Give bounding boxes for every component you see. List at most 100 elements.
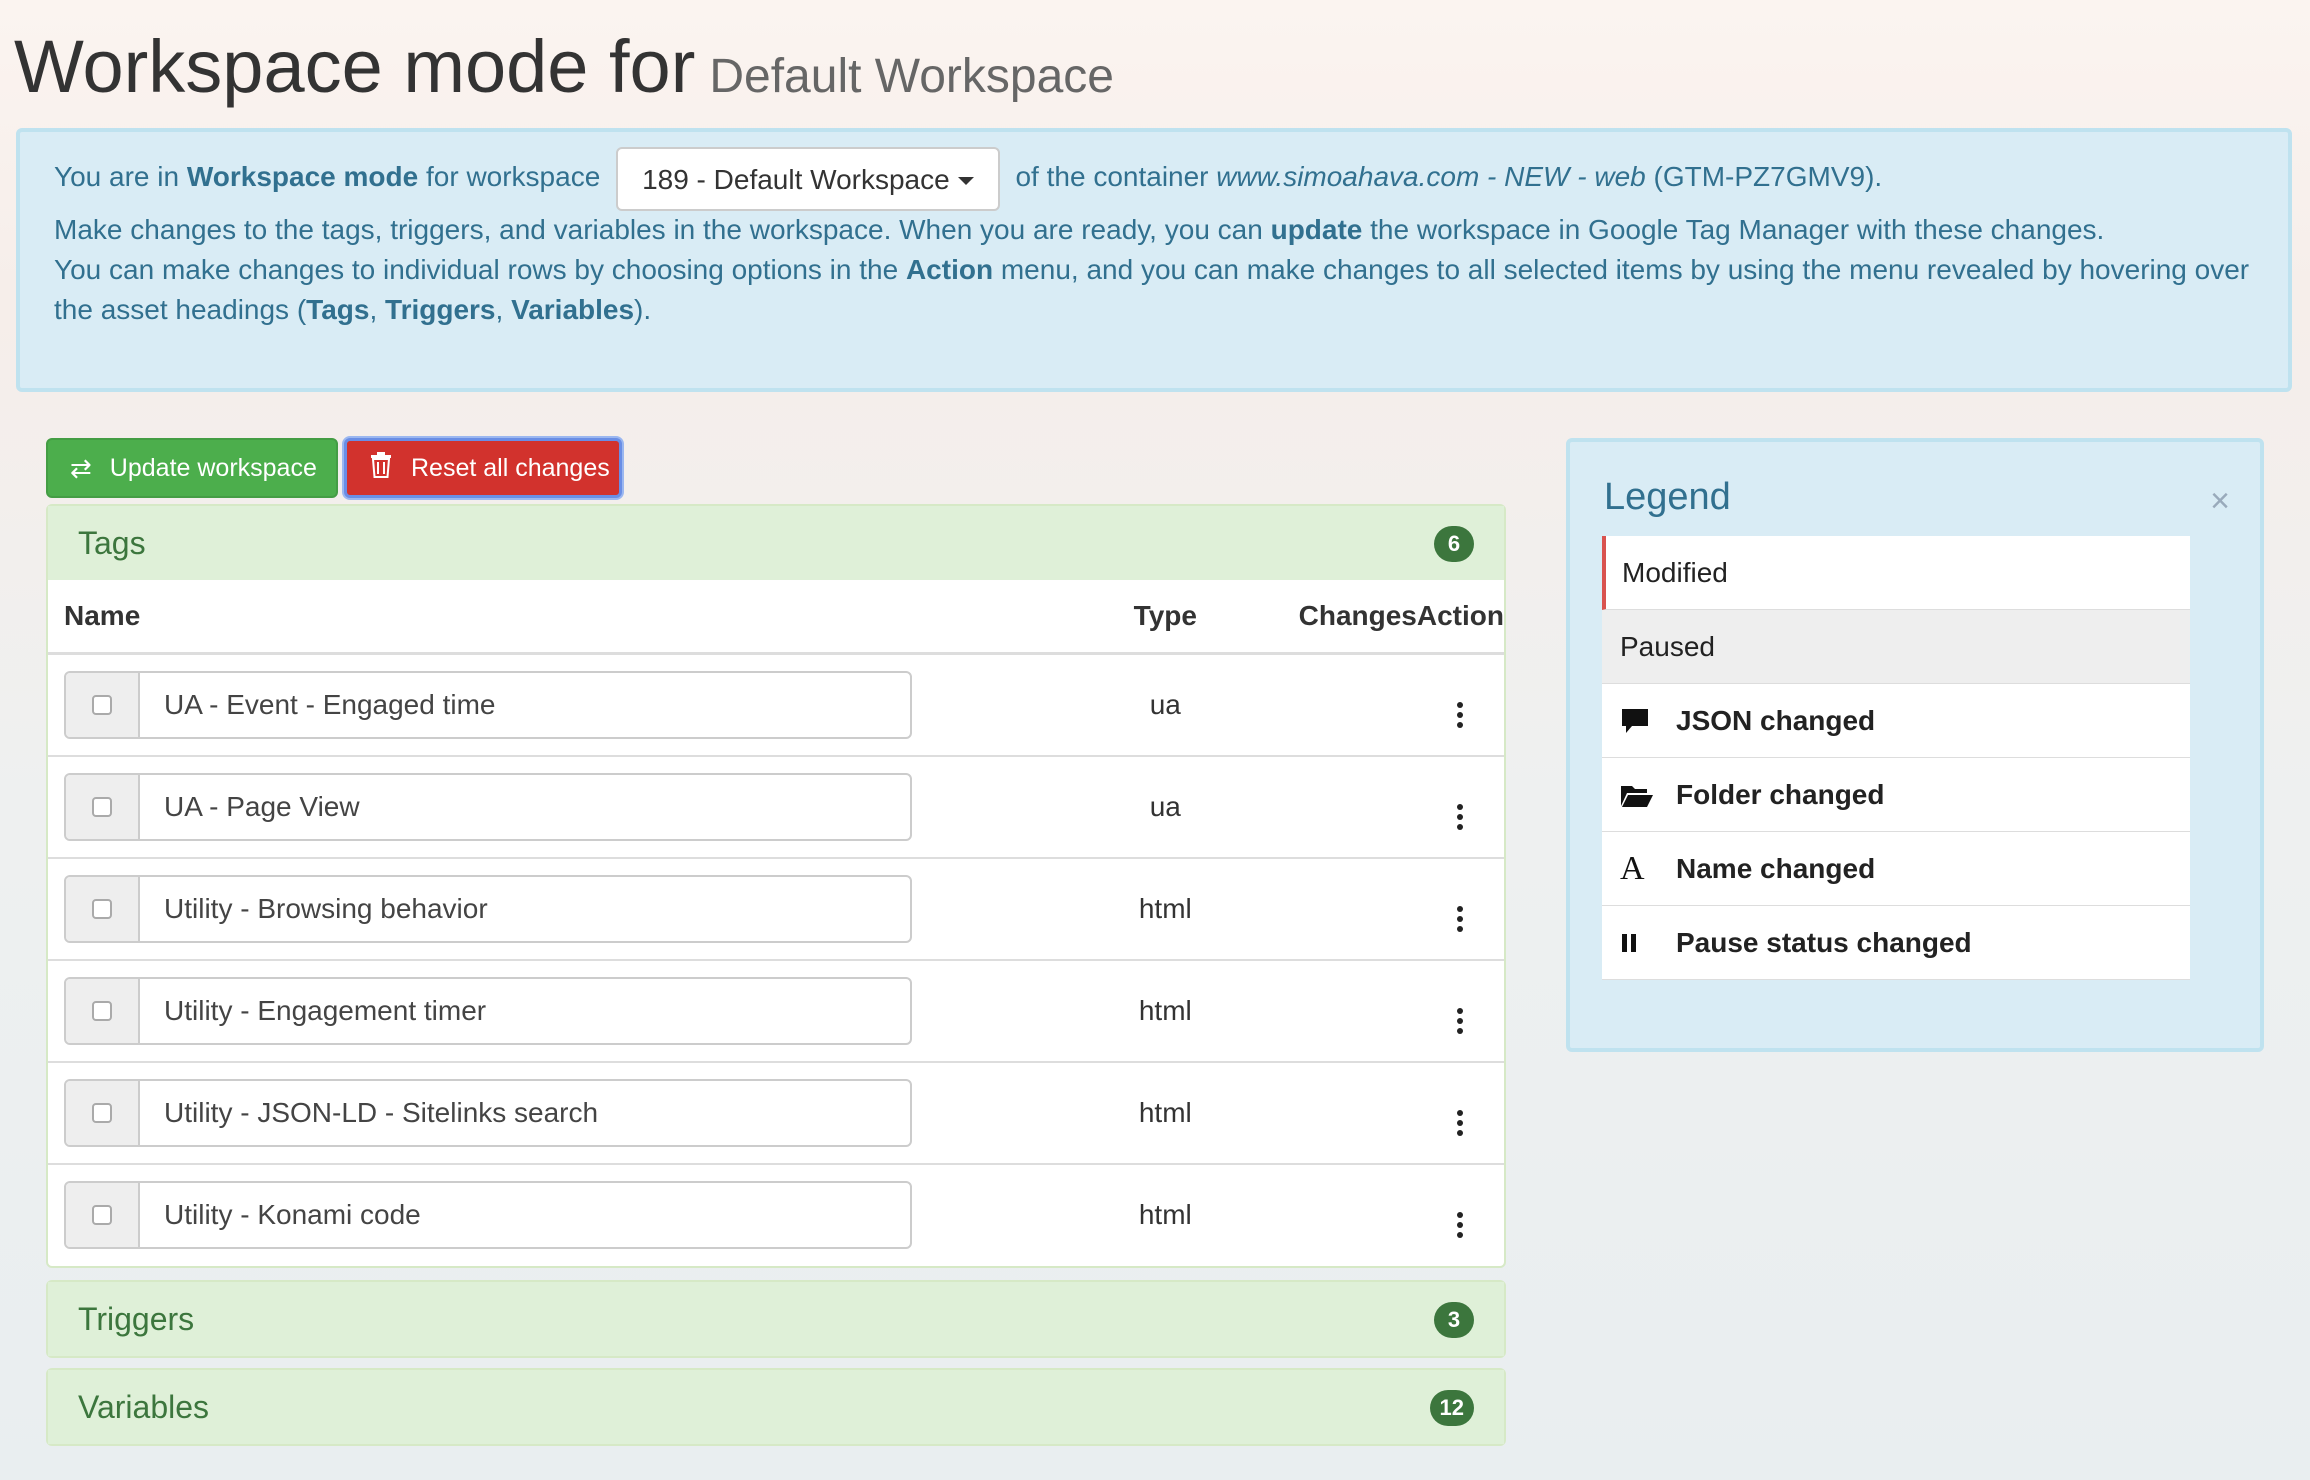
tags-heading[interactable]: Tags 6	[48, 506, 1504, 580]
column-header-action: Action	[1416, 580, 1504, 655]
tag-changes	[1298, 857, 1417, 960]
folder-open-icon	[1620, 782, 1676, 808]
row-checkbox-addon	[66, 877, 140, 941]
update-workspace-button[interactable]: ⇄ Update workspace	[46, 438, 338, 498]
info-bold-update: update	[1270, 214, 1363, 245]
row-checkbox[interactable]	[92, 1001, 112, 1021]
tag-changes	[1298, 652, 1417, 756]
variables-count-badge: 12	[1429, 1390, 1474, 1426]
legend-list: Modified Paused JSON changed Folder chan…	[1602, 536, 2190, 980]
tag-name: Utility - JSON-LD - Sitelinks search	[164, 1097, 599, 1128]
legend-item-label: Pause status changed	[1676, 926, 1972, 958]
action-menu-icon[interactable]	[1447, 803, 1473, 830]
legend-item-folder-changed: Folder changed	[1602, 758, 2190, 832]
row-checkbox[interactable]	[92, 695, 112, 715]
row-checkbox-addon	[66, 979, 140, 1043]
tag-changes	[1298, 755, 1417, 858]
page-title-main: Workspace mode for	[14, 25, 696, 108]
workspace-select[interactable]: 189 - Default Workspace	[616, 146, 1000, 211]
page: Workspace mode for Default Workspace You …	[0, 0, 2310, 1480]
action-menu-icon[interactable]	[1447, 1109, 1473, 1136]
container-name: www.simoahava.com - NEW - web	[1216, 161, 1646, 192]
info-text: Make changes to the tags, triggers, and …	[54, 214, 1263, 245]
container-id: (GTM-PZ7GMV9).	[1653, 161, 1883, 192]
info-line-1: You are in Workspace mode for workspace …	[54, 144, 2254, 211]
column-header-type: Type	[1032, 580, 1299, 655]
page-title-workspace: Default Workspace	[709, 50, 1114, 103]
info-text: ).	[634, 294, 652, 325]
table-row: Utility - Engagement timer html	[48, 959, 1504, 1062]
reset-all-changes-button[interactable]: Reset all changes	[344, 438, 622, 498]
table-row: Utility - Konami code html	[48, 1163, 1504, 1265]
action-menu-icon[interactable]	[1447, 1211, 1473, 1238]
info-text: ,	[369, 294, 378, 325]
tags-panel: Tags 6 Name Type Changes Action UA - Eve…	[46, 504, 1506, 1268]
tag-type: ua	[1032, 755, 1299, 858]
action-menu-icon[interactable]	[1447, 905, 1473, 932]
info-bold-tags: Tags	[306, 294, 370, 325]
row-checkbox-addon	[66, 1081, 140, 1145]
legend-item-label: Modified	[1622, 556, 1728, 588]
info-text: the workspace in Google Tag Manager with…	[1370, 214, 2105, 245]
row-checkbox[interactable]	[92, 797, 112, 817]
tag-name-group: Utility - Konami code	[64, 1181, 912, 1249]
row-checkbox-addon	[66, 673, 140, 737]
tags-table-header: Name Type Changes Action	[48, 580, 1504, 655]
action-menu-icon[interactable]	[1447, 1007, 1473, 1034]
row-checkbox-addon	[66, 1183, 140, 1247]
trash-icon	[369, 451, 393, 485]
tag-name: Utility - Engagement timer	[164, 995, 487, 1026]
update-workspace-label: Update workspace	[109, 453, 317, 482]
column-header-changes: Changes	[1298, 580, 1417, 655]
variables-heading[interactable]: Variables 12	[48, 1370, 1504, 1444]
legend-item-label: Folder changed	[1676, 778, 1885, 810]
legend-panel: Legend × Modified Paused JSON changed Fo…	[1566, 438, 2264, 1052]
legend-item-paused: Paused	[1602, 610, 2190, 684]
tag-name-group: Utility - Browsing behavior	[64, 875, 912, 943]
tag-type: ua	[1032, 652, 1299, 756]
tag-name: UA - Page View	[164, 791, 360, 822]
legend-item-name-changed: A Name changed	[1602, 832, 2190, 906]
info-alert: You are in Workspace mode for workspace …	[16, 128, 2292, 392]
tag-changes	[1298, 959, 1417, 1062]
tag-type: html	[1032, 857, 1299, 960]
pause-icon	[1620, 932, 1676, 954]
legend-item-label: Paused	[1620, 630, 1715, 662]
info-text: You can make changes to individual rows …	[54, 254, 899, 285]
info-text: for workspace	[425, 161, 601, 192]
tags-heading-title: Tags	[78, 525, 146, 561]
table-row: Utility - Browsing behavior html	[48, 857, 1504, 960]
legend-title: Legend	[1604, 476, 1731, 518]
transfer-icon: ⇄	[70, 452, 92, 483]
info-line-3: You can make changes to individual rows …	[54, 250, 2254, 330]
info-text: ,	[495, 294, 504, 325]
row-checkbox[interactable]	[92, 1205, 112, 1225]
tags-count-badge: 6	[1434, 526, 1474, 562]
variables-panel: Variables 12	[46, 1368, 1506, 1446]
info-line-2: Make changes to the tags, triggers, and …	[54, 210, 2254, 250]
info-bold-action: Action	[905, 254, 994, 285]
action-menu-icon[interactable]	[1447, 701, 1473, 728]
info-bold-variables: Variables	[511, 294, 635, 325]
tag-name-group: UA - Page View	[64, 773, 912, 841]
triggers-count-badge: 3	[1434, 1302, 1474, 1338]
row-checkbox[interactable]	[92, 1103, 112, 1123]
info-text: You are in	[54, 161, 180, 192]
triggers-panel: Triggers 3	[46, 1280, 1506, 1358]
tag-changes	[1298, 1163, 1417, 1265]
tag-name-group: Utility - Engagement timer	[64, 977, 912, 1045]
triggers-heading[interactable]: Triggers 3	[48, 1282, 1504, 1356]
row-checkbox[interactable]	[92, 899, 112, 919]
workspace-select-value: 189 - Default Workspace	[642, 163, 950, 195]
legend-item-modified: Modified	[1602, 536, 2190, 610]
tag-name-group: Utility - JSON-LD - Sitelinks search	[64, 1079, 912, 1147]
info-text: of the container	[1015, 161, 1209, 192]
tag-changes	[1298, 1061, 1417, 1164]
close-icon[interactable]: ×	[2210, 482, 2230, 521]
variables-heading-title: Variables	[78, 1389, 210, 1425]
tag-type: html	[1032, 1163, 1299, 1265]
legend-item-json-changed: JSON changed	[1602, 684, 2190, 758]
row-checkbox-addon	[66, 775, 140, 839]
legend-item-label: JSON changed	[1676, 704, 1876, 736]
triggers-heading-title: Triggers	[78, 1301, 195, 1337]
